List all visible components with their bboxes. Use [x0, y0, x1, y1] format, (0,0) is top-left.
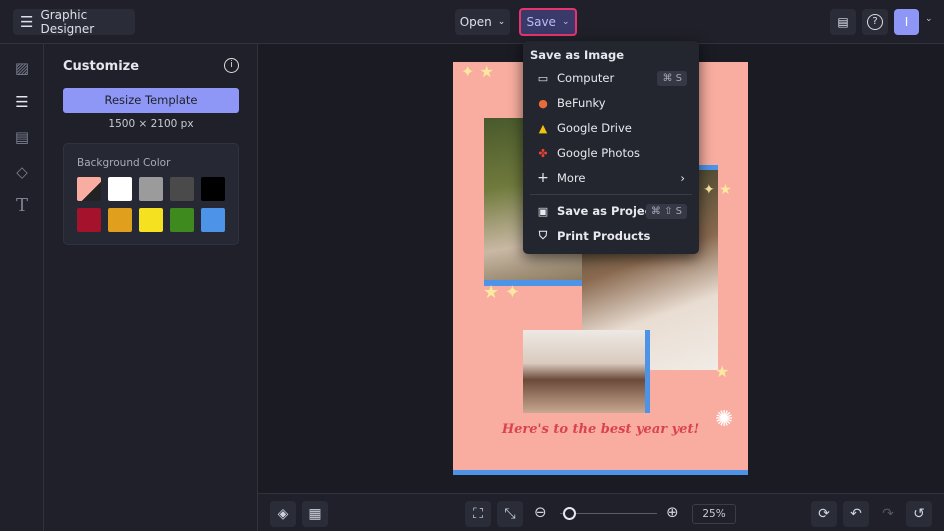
menu-label: Google Photos [557, 146, 641, 160]
help-button[interactable]: ? [862, 9, 888, 35]
expand-icon: ⛶ [473, 506, 483, 522]
sliders-icon[interactable]: ☰ [12, 92, 32, 112]
resize-template-button[interactable]: Resize Template [63, 88, 239, 113]
grid-icon: ▦ [308, 506, 322, 522]
background-color-card: Background Color [63, 143, 239, 245]
chevron-down-icon: ⌄ [561, 17, 570, 27]
avatar[interactable]: I [894, 9, 919, 35]
grid-button[interactable]: ▦ [302, 501, 328, 527]
template-size: 1500 × 2100 px [108, 118, 194, 130]
undo-icon: ↶ [850, 506, 862, 522]
menu-label: Computer [557, 71, 615, 85]
chevron-right-icon: › [680, 171, 685, 185]
redo-icon: ↷ [882, 506, 894, 522]
undo-button[interactable]: ↶ [843, 501, 869, 527]
zoom-level[interactable]: 25% [692, 504, 736, 524]
refresh-icon: ⟳ [818, 506, 830, 522]
app-title: Graphic Designer [40, 8, 95, 36]
image-icon[interactable]: ▨ [12, 58, 32, 78]
menu-item-save-project[interactable]: ▣ Save as Project ⌘ ⇧ S [523, 200, 699, 222]
save-menu: Save as Image ▭ Computer ⌘ S ● BeFunky ▲ Goo… [523, 41, 699, 254]
google-photos-icon: ✤ [538, 146, 548, 160]
color-swatch[interactable] [139, 208, 163, 232]
feedback-button[interactable]: ▤ [830, 9, 856, 35]
account-chevron-icon[interactable]: ⌄ [925, 14, 933, 24]
menu-label: Google Drive [557, 121, 632, 135]
help-icon: ? [867, 14, 883, 30]
save-button[interactable]: Save ⌄ [519, 8, 577, 36]
replace-button[interactable]: ⟳ [811, 501, 837, 527]
zoom-out-icon[interactable]: ⊖ [534, 503, 547, 521]
redo-button[interactable]: ↷ [875, 501, 901, 527]
info-icon[interactable]: i [224, 58, 239, 73]
tool-rail: ▨ ☰ ▤ ◇ T [0, 44, 44, 531]
star-decoration: ★ ✦ [483, 282, 520, 303]
actual-size-button[interactable]: ⤡ [497, 501, 523, 527]
menu-label: More [557, 171, 586, 185]
color-swatch[interactable] [201, 177, 225, 201]
plus-icon: + [537, 170, 549, 186]
avatar-initial: I [904, 15, 909, 29]
menu-item-computer[interactable]: ▭ Computer ⌘ S [523, 67, 699, 89]
bottom-toolbar: ◈ ▦ ⛶ ⤡ ⊖ ⊕ 25% ⟳ ↶ ↷ ↺ [258, 493, 944, 531]
shortcut-badge: ⌘ ⇧ S [645, 203, 687, 219]
star-decoration: ✦ ★ [703, 182, 732, 198]
customize-panel: Customize i Resize Template 1500 × 2100 … [44, 44, 258, 531]
fit-screen-button[interactable]: ⛶ [465, 501, 491, 527]
collapse-icon: ⤡ [504, 506, 516, 522]
canvas-bottom-strip [453, 470, 748, 475]
save-label: Save [526, 15, 556, 29]
panel-title: Customize [63, 59, 140, 74]
briefcase-icon: ▣ [537, 204, 549, 218]
color-swatch[interactable] [201, 208, 225, 232]
zoom-in-icon[interactable]: ⊕ [666, 503, 679, 521]
chevron-down-icon: ⌄ [497, 17, 506, 27]
shortcut-badge: ⌘ S [657, 70, 687, 86]
comment-icon: ▤ [837, 15, 849, 29]
befunky-icon: ● [538, 96, 548, 110]
hamburger-icon: ☰ [20, 13, 34, 31]
open-label: Open [459, 15, 492, 29]
menu-item-befunky[interactable]: ● BeFunky [523, 92, 699, 114]
background-color-label: Background Color [77, 157, 171, 169]
text-icon[interactable]: T [12, 196, 32, 216]
firework-decoration: ✺ [715, 407, 734, 432]
history-button[interactable]: ↺ [906, 501, 932, 527]
layout-icon[interactable]: ▤ [12, 127, 32, 147]
star-decoration: ✦ ★ [461, 62, 494, 81]
save-as-image-heading: Save as Image [530, 48, 625, 62]
menu-item-more[interactable]: + More › [523, 167, 699, 189]
canvas-tagline[interactable]: Here's to the best year yet! [453, 422, 748, 437]
shapes-icon[interactable]: ◇ [12, 162, 32, 182]
layers-button[interactable]: ◈ [270, 501, 296, 527]
color-swatch[interactable] [77, 208, 101, 232]
menu-label: Save as Project [557, 204, 658, 218]
color-swatch[interactable] [77, 177, 101, 201]
color-swatch[interactable] [170, 177, 194, 201]
menu-button[interactable]: ☰ Graphic Designer [13, 8, 135, 36]
menu-item-google-photos[interactable]: ✤ Google Photos [523, 142, 699, 164]
top-bar: ☰ Graphic Designer Open ⌄ Save ⌄ ▤ ? I ⌄ [0, 0, 944, 44]
menu-divider [530, 194, 692, 195]
menu-item-print-products[interactable]: ⛉ Print Products [523, 225, 699, 247]
photo-woman-cat[interactable] [523, 330, 645, 413]
layers-icon: ◈ [277, 506, 289, 522]
zoom-slider-handle[interactable] [562, 507, 576, 520]
color-swatch[interactable] [139, 177, 163, 201]
open-button[interactable]: Open ⌄ [455, 9, 510, 35]
menu-label: Print Products [557, 229, 651, 243]
menu-item-google-drive[interactable]: ▲ Google Drive [523, 117, 699, 139]
color-swatch[interactable] [108, 177, 132, 201]
history-icon: ↺ [913, 506, 925, 522]
google-drive-icon: ▲ [538, 121, 548, 135]
color-swatch[interactable] [170, 208, 194, 232]
tshirt-icon: ⛉ [538, 229, 548, 242]
monitor-icon: ▭ [537, 71, 549, 85]
star-decoration: ★ [715, 362, 730, 381]
color-swatch[interactable] [108, 208, 132, 232]
menu-label: BeFunky [557, 96, 606, 110]
